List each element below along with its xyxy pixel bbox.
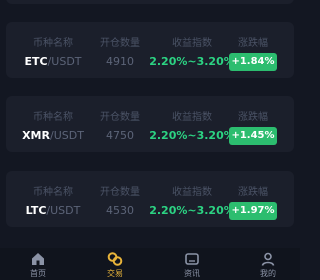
change-badge: +1.97%	[229, 202, 277, 220]
tab-home-label: 首页	[30, 269, 46, 278]
yield-range: 2.20%~3.20%	[149, 129, 235, 142]
pair-quote: /USDT	[47, 55, 82, 68]
pair-name: LTC/USDT	[6, 204, 100, 217]
yield-range: 2.20%~3.20%	[149, 55, 235, 68]
market-card[interactable]: 币种名称 开仓数量 收益指数 涨跌幅 LTC/USDT 4530 2.20%~3…	[6, 171, 294, 227]
header-position-qty: 开仓数量	[100, 38, 140, 49]
pair-base: XMR	[22, 129, 50, 142]
market-card[interactable]: 币种名称 开仓数量 收益指数 涨跌幅 XMR/USDT 4750 2.20%~3…	[6, 96, 294, 152]
pair-base: ETC	[24, 55, 48, 68]
header-yield: 收益指数	[172, 112, 212, 123]
tab-home[interactable]: 首页	[8, 248, 68, 280]
news-icon	[185, 253, 199, 265]
header-yield: 收益指数	[172, 187, 212, 198]
tab-news-label: 资讯	[184, 269, 200, 278]
tab-trade[interactable]: 交易	[85, 248, 145, 280]
position-qty: 4750	[106, 129, 134, 142]
pair-quote: /USDT	[49, 129, 84, 142]
header-yield: 收益指数	[172, 38, 212, 49]
header-position-qty: 开仓数量	[100, 187, 140, 198]
header-position-qty: 开仓数量	[100, 112, 140, 123]
header-pair: 币种名称	[33, 112, 73, 123]
trade-icon	[107, 252, 123, 266]
header-pair: 币种名称	[33, 38, 73, 49]
yield-range: 2.20%~3.20%	[149, 204, 235, 217]
home-icon	[32, 253, 44, 265]
change-badge: +1.84%	[229, 53, 277, 71]
header-change: 涨跌幅	[238, 187, 268, 198]
position-qty: 4530	[106, 204, 134, 217]
pair-name: XMR/USDT	[6, 129, 100, 142]
tab-mine[interactable]: 我的	[238, 248, 298, 280]
previous-card-edge	[6, 0, 294, 4]
market-card[interactable]: 币种名称 开仓数量 收益指数 涨跌幅 ETC/USDT 4910 2.20%~3…	[6, 22, 294, 78]
change-badge: +1.45%	[229, 127, 277, 145]
pair-name: ETC/USDT	[6, 55, 100, 68]
bottom-tab-bar: 首页 交易 资讯 我的	[0, 248, 300, 280]
tab-trade-label: 交易	[107, 269, 123, 278]
user-icon	[261, 252, 275, 266]
pair-quote: /USDT	[46, 204, 81, 217]
header-change: 涨跌幅	[238, 112, 268, 123]
tab-news[interactable]: 资讯	[162, 248, 222, 280]
header-pair: 币种名称	[33, 187, 73, 198]
header-change: 涨跌幅	[238, 38, 268, 49]
pair-base: LTC	[25, 204, 47, 217]
position-qty: 4910	[106, 55, 134, 68]
tab-mine-label: 我的	[260, 269, 276, 278]
